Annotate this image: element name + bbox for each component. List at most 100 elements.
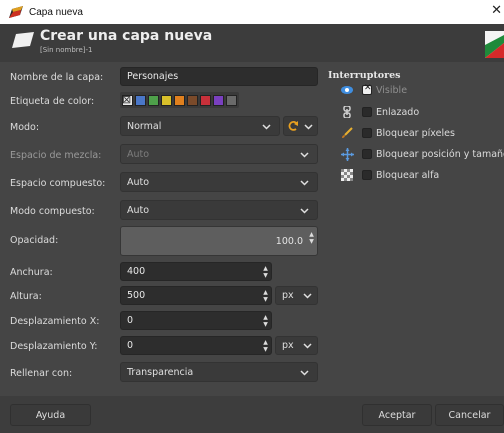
new-layer-icon: [12, 32, 34, 48]
color-tag-selector: [120, 92, 239, 108]
color-tag-red[interactable]: [200, 94, 211, 106]
chevron-up-icon[interactable]: ▲: [309, 231, 314, 238]
composite-mode-select[interactable]: Auto: [120, 200, 318, 220]
gimp-app-icon: [9, 6, 23, 18]
width-spin-buttons[interactable]: ▲ ▼: [261, 265, 270, 279]
lock-pixels-label: Bloquear píxeles: [376, 127, 455, 139]
eye-icon: [340, 83, 354, 97]
composite-mode-label: Modo compuesto:: [10, 206, 95, 217]
offset-x-label: Desplazamiento X:: [10, 316, 100, 327]
color-tag-brown[interactable]: [187, 94, 198, 106]
chevron-up-icon[interactable]: ▲: [263, 265, 268, 272]
opacity-spin-buttons[interactable]: ▲ ▼: [307, 231, 316, 245]
height-value: 500: [127, 290, 146, 301]
chevron-down-icon: [300, 180, 309, 186]
opacity-value: 100.0: [275, 235, 303, 247]
width-input[interactable]: 400 ▲ ▼: [120, 262, 272, 281]
offset-x-value: 0: [127, 315, 134, 326]
color-tag-yellow[interactable]: [161, 94, 172, 106]
blend-space-value: Auto: [127, 148, 150, 160]
help-button[interactable]: Ayuda: [10, 404, 91, 426]
chevron-down-icon: [300, 208, 309, 214]
move-icon: [340, 147, 354, 161]
chevron-down-icon: [304, 124, 313, 130]
layer-name-input[interactable]: Personajes: [120, 67, 318, 86]
window-titlebar: Capa nueva ✕: [0, 0, 504, 24]
width-label: Anchura:: [10, 267, 53, 278]
lock-alpha-label: Bloquear alfa: [376, 169, 440, 181]
mode-label: Modo:: [10, 122, 40, 133]
color-tag-blue[interactable]: [135, 94, 146, 106]
lock-alpha-checkbox[interactable]: [362, 170, 372, 180]
color-tag-label: Etiqueta de color:: [10, 96, 95, 107]
mode-select[interactable]: Normal: [120, 116, 280, 136]
fill-select[interactable]: Transparencia: [120, 362, 318, 382]
lock-position-toggle[interactable]: Bloquear posición y tamaño: [340, 147, 504, 161]
ok-button[interactable]: Aceptar: [362, 404, 432, 426]
chevron-down-icon: [303, 293, 312, 299]
fill-value: Transparencia: [127, 366, 194, 378]
blend-space-label: Espacio de mezcla:: [10, 150, 102, 161]
chevron-down-icon[interactable]: ▼: [263, 272, 268, 279]
reset-arrow-icon: [288, 121, 298, 131]
color-tag-green[interactable]: [148, 94, 159, 106]
height-input[interactable]: 500 ▲ ▼: [120, 286, 272, 305]
chevron-up-icon[interactable]: ▲: [263, 314, 268, 321]
cancel-button[interactable]: Cancelar: [435, 404, 504, 426]
chevron-down-icon[interactable]: ▼: [263, 321, 268, 328]
lock-pixels-toggle[interactable]: Bloquear píxeles: [340, 126, 455, 140]
chevron-down-icon[interactable]: ▼: [263, 346, 268, 353]
chevron-down-icon[interactable]: ▼: [263, 296, 268, 303]
color-tag-violet[interactable]: [213, 94, 224, 106]
chevron-down-icon: [300, 370, 309, 376]
linked-toggle[interactable]: Enlazado: [340, 105, 419, 119]
switches-title: Interruptores: [328, 70, 401, 81]
width-value: 400: [127, 266, 146, 277]
color-tag-orange[interactable]: [174, 94, 185, 106]
chevron-up-icon[interactable]: ▲: [263, 289, 268, 296]
visible-label: Visible: [376, 84, 408, 96]
color-tag-none[interactable]: [122, 93, 133, 106]
image-thumbnail: [485, 31, 504, 58]
offset-y-spin-buttons[interactable]: ▲ ▼: [261, 339, 270, 353]
offset-y-label: Desplazamiento Y:: [10, 341, 98, 352]
image-name: [Sin nombre]-1: [40, 46, 93, 54]
size-unit-select[interactable]: px: [275, 286, 318, 305]
offset-unit-select[interactable]: px: [275, 336, 318, 355]
offset-x-spin-buttons[interactable]: ▲ ▼: [261, 314, 270, 328]
checkerboard-icon: [340, 168, 354, 182]
offset-x-input[interactable]: 0 ▲ ▼: [120, 311, 272, 330]
opacity-slider[interactable]: 100.0 ▲ ▼: [120, 226, 318, 256]
height-label: Altura:: [10, 291, 42, 302]
offset-y-input[interactable]: 0 ▲ ▼: [120, 336, 272, 355]
dialog-title: Crear una capa nueva: [40, 28, 213, 44]
layer-name-label: Nombre de la capa:: [10, 72, 104, 83]
chevron-down-icon[interactable]: ▼: [309, 238, 314, 245]
composite-space-value: Auto: [127, 176, 150, 188]
mode-reset-button[interactable]: [283, 116, 318, 136]
visible-toggle[interactable]: Visible: [340, 83, 407, 97]
chevron-up-icon[interactable]: ▲: [263, 339, 268, 346]
lock-position-label: Bloquear posición y tamaño: [376, 148, 504, 160]
color-tag-gray[interactable]: [226, 94, 237, 106]
visible-checkbox[interactable]: [362, 83, 372, 95]
lock-position-checkbox[interactable]: [362, 149, 372, 159]
window-title: Capa nueva: [29, 6, 83, 18]
height-spin-buttons[interactable]: ▲ ▼: [261, 289, 270, 303]
chevron-down-icon: [262, 124, 271, 130]
linked-checkbox[interactable]: [362, 107, 372, 117]
chain-icon: [340, 105, 354, 119]
brush-icon: [340, 126, 354, 140]
blend-space-select[interactable]: Auto: [120, 144, 318, 164]
lock-alpha-toggle[interactable]: Bloquear alfa: [340, 168, 439, 182]
chevron-down-icon: [300, 152, 309, 158]
composite-space-select[interactable]: Auto: [120, 172, 318, 192]
mode-value: Normal: [127, 120, 162, 132]
fill-label: Rellenar con:: [10, 368, 73, 379]
lock-pixels-checkbox[interactable]: [362, 128, 372, 138]
chevron-down-icon: [303, 343, 312, 349]
offset-y-value: 0: [127, 340, 134, 351]
composite-space-label: Espacio compuesto:: [10, 178, 106, 189]
close-icon[interactable]: ✕: [491, 3, 502, 18]
opacity-label: Opacidad:: [10, 235, 59, 246]
